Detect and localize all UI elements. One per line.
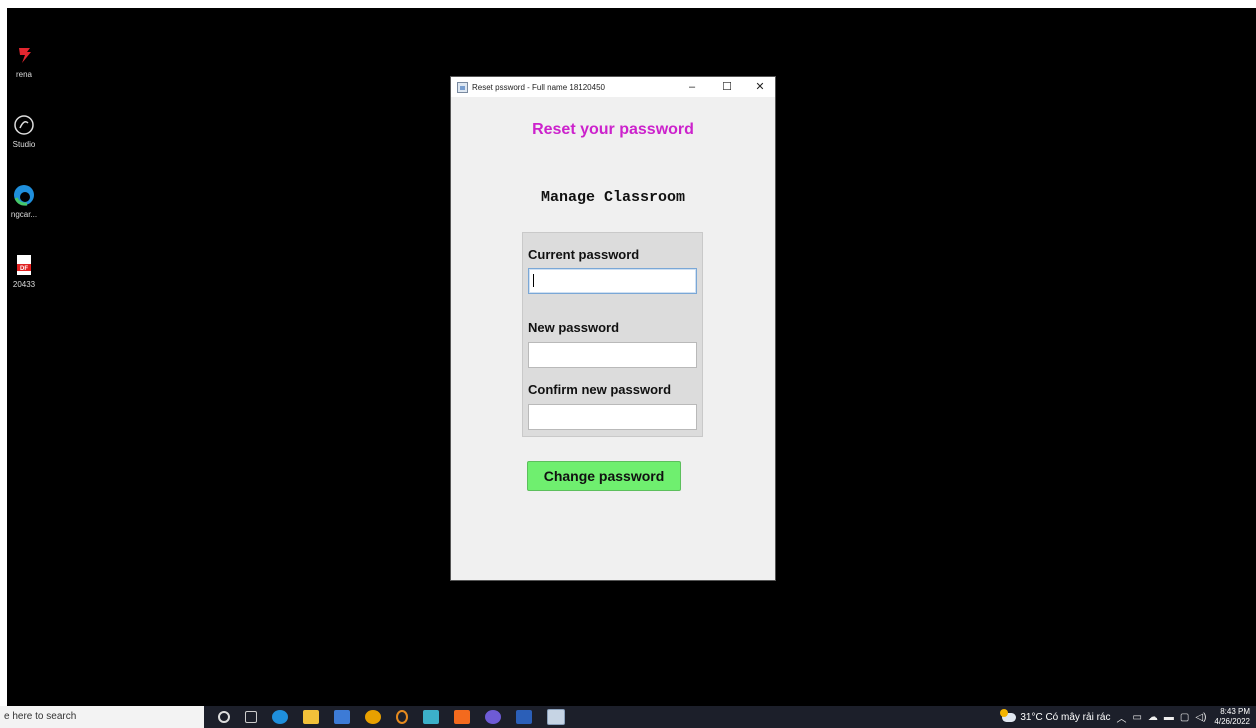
pdf-icon: DF <box>17 255 31 275</box>
java-app-icon <box>457 81 468 93</box>
desktop-shortcut-label: rena <box>15 70 32 79</box>
window-title: Reset pssword - Full name 18120450 <box>472 82 605 92</box>
desktop-shortcut-pdf[interactable]: DF 20433 <box>7 254 49 289</box>
new-password-input[interactable] <box>528 342 697 368</box>
file-explorer-icon[interactable] <box>303 710 319 724</box>
desktop-shortcut-label: Studio <box>12 140 36 149</box>
change-password-button[interactable]: Change password <box>527 461 681 491</box>
chevron-up-icon[interactable]: ︿ <box>1116 710 1126 725</box>
word-icon[interactable] <box>516 710 532 724</box>
current-password-label: Current password <box>528 247 640 262</box>
edge-icon <box>14 185 34 206</box>
desktop-shortcut-label: 20433 <box>12 280 36 289</box>
xampp-icon[interactable] <box>454 710 470 724</box>
window-titlebar[interactable]: Reset pssword - Full name 18120450 – ☐ ✕ <box>451 77 775 97</box>
minimize-button[interactable]: – <box>678 77 706 97</box>
reset-password-window: Reset pssword - Full name 18120450 – ☐ ✕… <box>451 77 775 580</box>
github-icon[interactable] <box>485 710 501 724</box>
battery-icon[interactable]: ▬ <box>1164 712 1174 723</box>
desktop-shortcut-studio[interactable]: Studio <box>7 114 49 149</box>
text-caret <box>533 274 534 287</box>
task-view-icon[interactable] <box>245 711 257 723</box>
edge-taskbar-icon[interactable] <box>272 710 288 724</box>
studio-icon <box>14 115 34 135</box>
new-password-label: New password <box>528 320 620 335</box>
mail-icon[interactable] <box>334 710 350 724</box>
volume-icon[interactable]: ◁) <box>1195 712 1206 723</box>
confirm-password-input[interactable] <box>528 404 697 430</box>
netbeans-icon[interactable] <box>396 710 408 724</box>
current-password-input[interactable] <box>528 268 697 294</box>
java-taskbar-icon[interactable] <box>547 709 565 725</box>
close-button[interactable]: ✕ <box>746 77 774 97</box>
weather-text[interactable]: 31°C Có mây rải rác <box>1020 712 1110 723</box>
taskbar-app-icons <box>218 706 580 728</box>
desktop-shortcut-edge[interactable]: ngcar... <box>7 184 49 219</box>
cloud-icon[interactable]: ☁ <box>1148 712 1158 723</box>
password-form-panel: Current password New password Confirm ne… <box>522 232 703 437</box>
svg-text:DF: DF <box>20 266 28 272</box>
clock[interactable]: 8:43 PM 4/26/2022 <box>1214 707 1250 727</box>
app-subtitle: Manage Classroom <box>540 189 686 206</box>
taskbar: e here to search 31°C Có mây rải rác ︿ ▭… <box>0 706 1256 728</box>
clock-date: 4/26/2022 <box>1214 717 1250 726</box>
search-icon[interactable] <box>218 711 230 723</box>
shield-app-icon[interactable] <box>423 710 439 724</box>
network-icon[interactable]: ▭ <box>1132 712 1141 723</box>
display-icon[interactable]: ▢ <box>1180 712 1189 723</box>
system-tray: 31°C Có mây rải rác ︿ ▭ ☁ ▬ ▢ ◁) 8:43 PM… <box>1000 706 1250 728</box>
weather-icon[interactable] <box>1000 708 1017 722</box>
maximize-button[interactable]: ☐ <box>713 77 741 97</box>
chrome-icon[interactable] <box>365 710 381 724</box>
clock-time: 8:43 PM <box>1220 707 1250 716</box>
confirm-password-label: Confirm new password <box>528 382 672 397</box>
desktop-shortcut-label: ngcar... <box>10 210 38 219</box>
page-title: Reset your password <box>532 121 694 138</box>
taskbar-search-input[interactable]: e here to search <box>0 706 204 728</box>
desktop-shortcut-garena[interactable]: rena <box>7 44 49 79</box>
garena-icon <box>19 48 31 63</box>
